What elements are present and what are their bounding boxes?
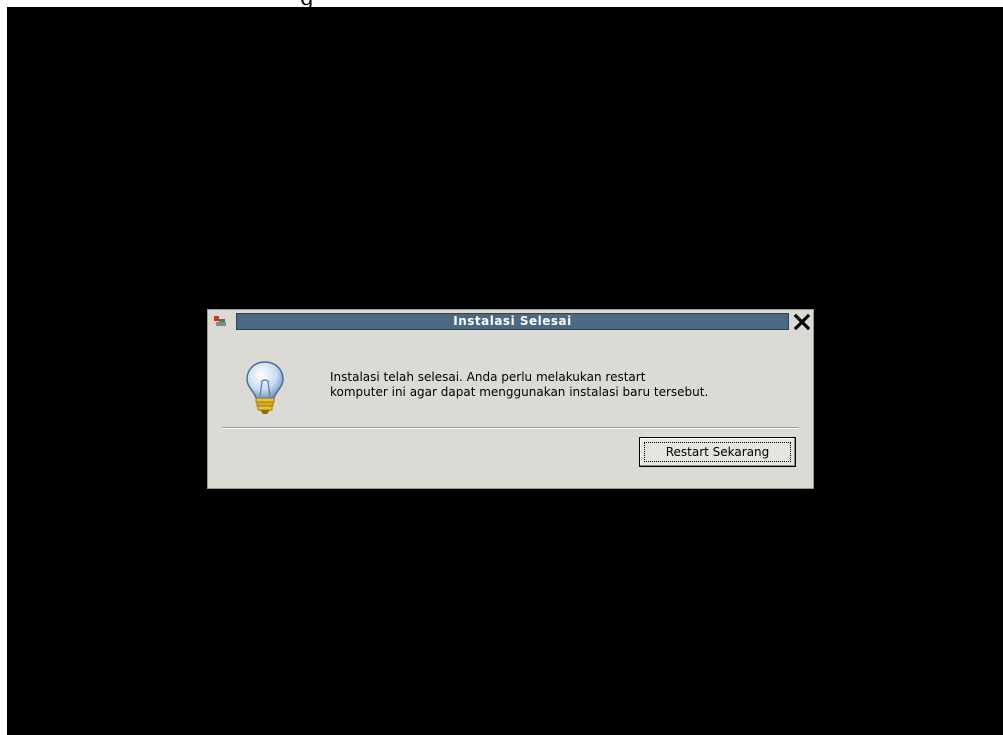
message-line-1: Instalasi telah selesai. Anda perlu mela…: [330, 370, 646, 384]
title-band: Instalasi Selesai: [236, 313, 789, 330]
stray-text-fragment: g: [300, 0, 314, 7]
close-icon[interactable]: [793, 313, 811, 331]
restart-now-button[interactable]: Restart Sekarang: [639, 437, 796, 467]
dialog-title: Instalasi Selesai: [453, 314, 572, 328]
restart-button-label: Restart Sekarang: [644, 442, 791, 462]
top-strip: g: [0, 0, 1003, 7]
dialog-message: Instalasi telah selesai. Anda perlu mela…: [330, 370, 800, 400]
message-line-2: komputer ini agar dapat menggunakan inst…: [330, 385, 709, 399]
install-complete-dialog: Instalasi Selesai Instalasi telah selesa…: [207, 309, 814, 489]
lightbulb-icon: [246, 361, 284, 414]
separator: [222, 427, 799, 429]
dialog-titlebar[interactable]: Instalasi Selesai: [208, 310, 813, 334]
app-icon: [214, 316, 226, 326]
